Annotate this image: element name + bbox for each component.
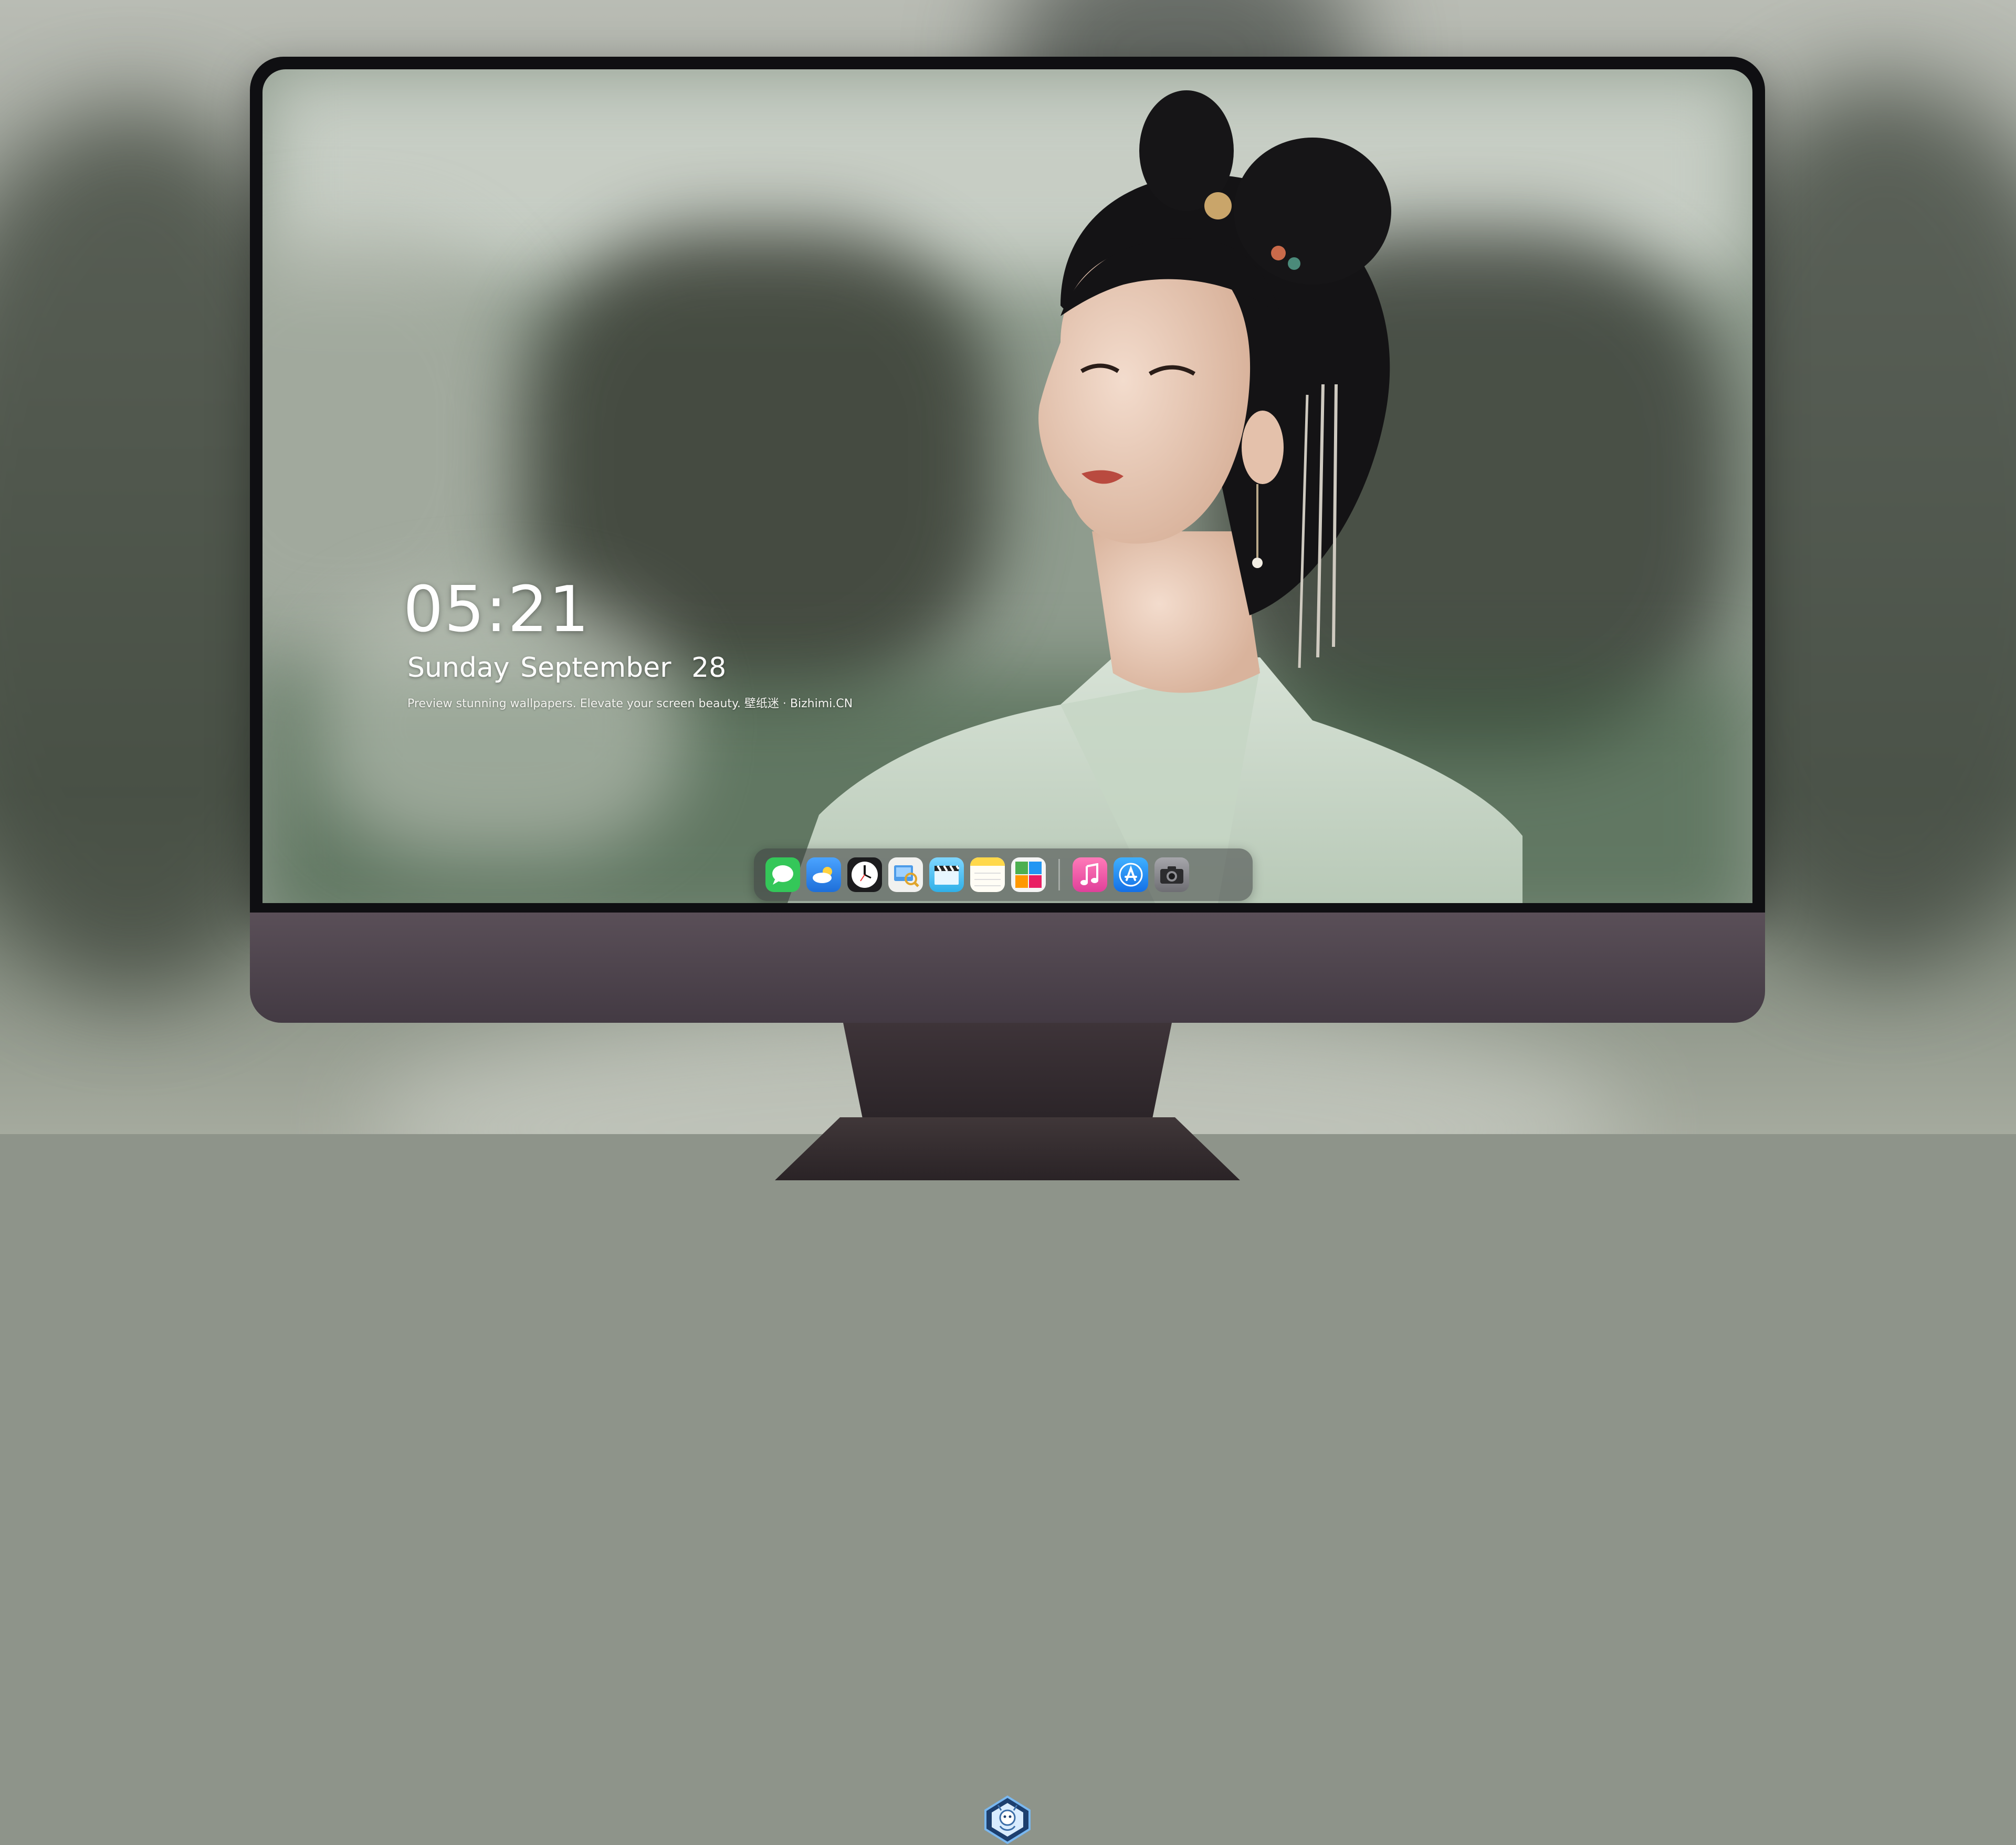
music-icon[interactable]: [1073, 857, 1107, 892]
wallpaper-tagline: Preview stunning wallpapers. Elevate you…: [407, 697, 853, 710]
camera-icon[interactable]: [1154, 857, 1189, 892]
gallery-icon[interactable]: [1011, 857, 1046, 892]
weather-icon[interactable]: [806, 857, 841, 892]
monitor-stand-base: [775, 1117, 1240, 1180]
lock-screen[interactable]: 05:21 Sunday September 28 Preview stunni…: [262, 69, 1752, 903]
day-number: 28: [691, 652, 727, 684]
preview-icon[interactable]: [888, 857, 923, 892]
notes-icon[interactable]: [970, 857, 1005, 892]
dock: [754, 848, 1253, 901]
wallpaper: [262, 69, 1752, 903]
lock-clock: 05:21: [403, 573, 590, 646]
clock-icon[interactable]: [847, 857, 882, 892]
weekday: Sunday: [407, 652, 510, 684]
messages-icon[interactable]: [765, 857, 800, 892]
clapperboard-icon[interactable]: [929, 857, 964, 892]
dock-separator: [1058, 859, 1060, 890]
monitor-chin: [250, 913, 1765, 1844]
month: September: [520, 652, 671, 684]
monitor-stand-neck: [843, 1023, 1172, 1120]
wallpaper-portrait: [788, 90, 1522, 903]
monitor-bezel: 05:21 Sunday September 28 Preview stunni…: [250, 57, 1765, 913]
lock-date: Sunday September 28: [407, 652, 726, 684]
app-store-icon[interactable]: [1114, 857, 1148, 892]
dragon-logo-icon: [984, 1795, 1031, 1844]
monitor: 05:21 Sunday September 28 Preview stunni…: [250, 57, 1765, 1844]
